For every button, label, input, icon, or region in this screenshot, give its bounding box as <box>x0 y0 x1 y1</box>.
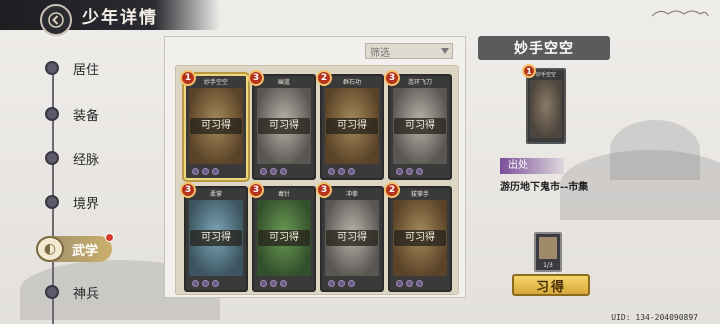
card-grid: 妙手空空 1 可习得 幽蓝 3 可习得 群石功 2 可习得 连环飞刀 3 可习得 <box>175 65 459 295</box>
nav-label: 神兵 <box>73 286 100 302</box>
status-label: 可习得 <box>394 230 446 246</box>
left-nav: 居住 装备 经脉 境界 ◐ 武学 神兵 <box>0 30 160 324</box>
level-badge: 1 <box>522 64 536 78</box>
status-label: 可习得 <box>326 230 378 246</box>
filter-dropdown[interactable]: 筛选 <box>365 43 453 59</box>
level-badge: 3 <box>248 70 264 86</box>
pip-row <box>192 280 219 287</box>
level-badge: 2 <box>316 70 332 86</box>
level-badge: 3 <box>180 182 196 198</box>
back-button[interactable] <box>40 4 72 36</box>
source-text: 游历地下鬼市--市集 <box>500 182 589 193</box>
nav-item-realm[interactable]: 境界 <box>40 190 99 214</box>
nav-label: 境界 <box>73 196 100 212</box>
status-label: 可习得 <box>190 230 242 246</box>
status-label: 可习得 <box>258 118 310 134</box>
detail-title: 妙手空空 <box>478 36 610 60</box>
pip-row <box>328 280 355 287</box>
uid-label: UID: 134-204090897 <box>611 313 698 322</box>
source-label: 出处 <box>500 158 564 174</box>
skill-card[interactable]: 毒针 3 可习得 <box>248 182 316 292</box>
chevron-down-icon <box>441 48 449 54</box>
card-art <box>530 80 562 138</box>
pip-row <box>260 168 287 175</box>
nav-label: 经脉 <box>73 152 100 168</box>
status-label: 可习得 <box>394 118 446 134</box>
skill-card[interactable]: 妙手空空 1 可习得 <box>180 70 248 180</box>
nav-dot <box>45 61 59 75</box>
filter-label: 筛选 <box>370 47 390 59</box>
mountain-decor <box>610 120 700 180</box>
level-badge: 3 <box>248 182 264 198</box>
pip-row <box>328 168 355 175</box>
level-badge: 2 <box>384 182 400 198</box>
nav-label: 居住 <box>73 62 100 78</box>
skill-card[interactable]: 幽蓝 3 可习得 <box>248 70 316 180</box>
nav-item-divine-weapon[interactable]: 神兵 <box>40 280 99 304</box>
skill-card[interactable]: 柔掌 3 可习得 <box>180 182 248 292</box>
pip-row <box>192 168 219 175</box>
status-label: 可习得 <box>190 118 242 134</box>
nav-item-equipment[interactable]: 装备 <box>40 102 99 126</box>
pip-row <box>396 280 423 287</box>
nav-item-meridians[interactable]: 经脉 <box>40 146 99 170</box>
skill-detail-panel: 妙手空空 妙手空空 1 出处 游历地下鬼市--市集 1/3 习得 <box>478 36 610 300</box>
status-label: 可习得 <box>326 118 378 134</box>
skill-card[interactable]: 拔掌手 2 可习得 <box>384 182 452 292</box>
manual-item[interactable]: 1/3 <box>534 232 562 272</box>
pip-row <box>260 280 287 287</box>
skill-card[interactable]: 连环飞刀 3 可习得 <box>384 70 452 180</box>
status-label: 可习得 <box>258 230 310 246</box>
pip-row <box>396 168 423 175</box>
nav-dot <box>45 285 59 299</box>
nav-label: 武学 <box>72 243 99 259</box>
skills-panel: 筛选 妙手空空 1 可习得 幽蓝 3 可习得 群石功 2 可习得 连环飞刀 3 … <box>164 36 466 298</box>
scroll-icon <box>539 237 557 259</box>
item-count: 1/3 <box>543 262 553 269</box>
nav-dot <box>45 151 59 165</box>
skill-card[interactable]: 群石功 2 可习得 <box>316 70 384 180</box>
skill-card[interactable]: 冲拳 3 可习得 <box>316 182 384 292</box>
fan-icon: ◐ <box>36 236 64 262</box>
level-badge: 3 <box>316 182 332 198</box>
detail-card: 妙手空空 1 <box>522 64 566 144</box>
learn-button[interactable]: 习得 <box>512 274 590 296</box>
cloud-decor-icon <box>651 10 709 17</box>
nav-dot <box>45 195 59 209</box>
nav-item-residence[interactable]: 居住 <box>40 56 99 80</box>
nav-item-martial-arts[interactable]: ◐ 武学 <box>36 233 114 262</box>
level-badge: 3 <box>384 70 400 86</box>
top-bar: 少年详情 <box>0 0 720 36</box>
nav-label: 装备 <box>73 108 100 124</box>
page-title: 少年详情 <box>82 8 158 28</box>
notification-dot <box>105 233 114 242</box>
back-arrow-icon <box>48 12 64 28</box>
nav-dot <box>45 107 59 121</box>
level-badge: 1 <box>180 70 196 86</box>
